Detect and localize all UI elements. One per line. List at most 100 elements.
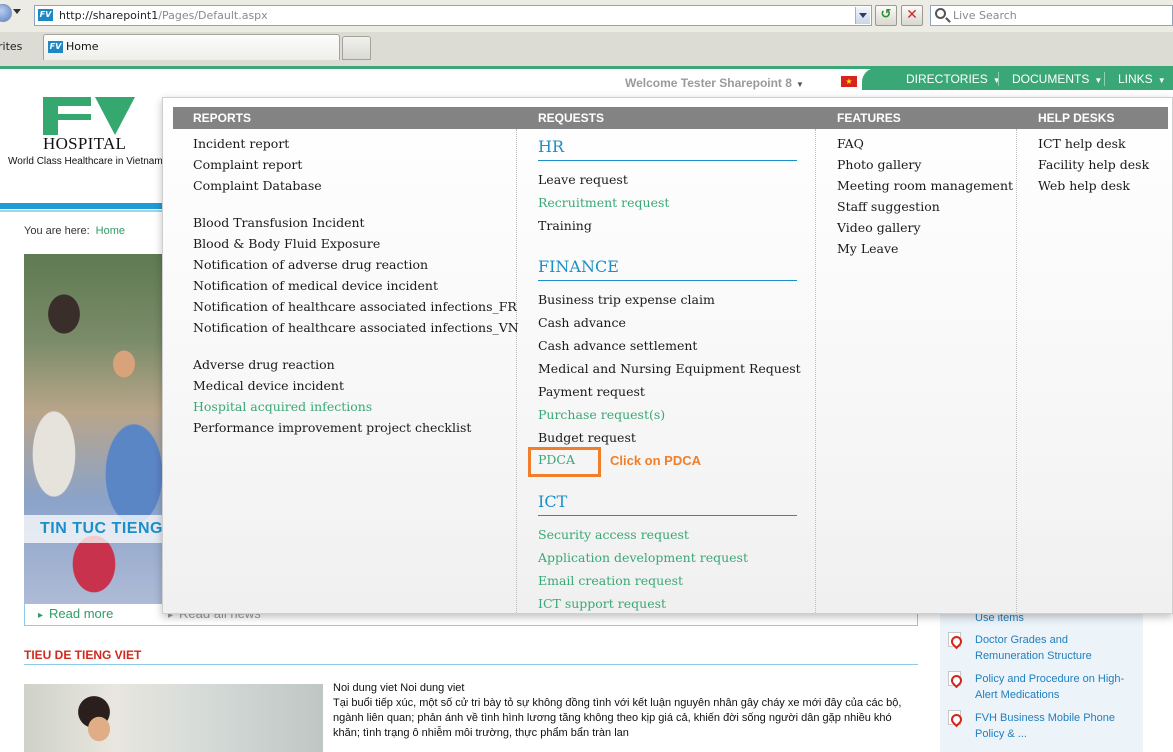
chevron-down-icon: ▼ <box>795 80 804 89</box>
nav-documents[interactable]: DOCUMENTS ▼ <box>1012 68 1102 90</box>
menu-item-complaint-database[interactable]: Complaint Database <box>193 178 322 194</box>
menu-item-staff-suggestion[interactable]: Staff suggestion <box>837 199 940 215</box>
fv-logo[interactable] <box>43 97 136 135</box>
nav-separator <box>1104 72 1105 86</box>
menu-item-facility-help-desk[interactable]: Facility help desk <box>1038 157 1149 173</box>
menu-item-payment-request[interactable]: Payment request <box>538 384 645 400</box>
search-icon <box>935 8 946 19</box>
menu-item-video-gallery[interactable]: Video gallery <box>837 220 921 236</box>
breadcrumb: You are here: Home <box>24 225 125 237</box>
click-annotation: Click on PDCA <box>610 453 702 468</box>
menu-item-purchase-request[interactable]: Purchase request(s) <box>538 407 665 423</box>
column-separator <box>1016 129 1017 613</box>
menu-item-my-leave[interactable]: My Leave <box>837 241 898 257</box>
menu-item-training[interactable]: Training <box>538 218 592 234</box>
welcome-menu[interactable]: Welcome Tester Sharepoint 8 ▼ <box>625 76 804 90</box>
chevron-down-icon: ▼ <box>992 76 1001 85</box>
menu-item-ict-support[interactable]: ICT support request <box>538 596 666 612</box>
news-headline[interactable]: Noi dung viet Noi dung viet <box>333 682 464 694</box>
menu-item-recruitment-request[interactable]: Recruitment request <box>538 195 669 211</box>
read-more-link[interactable]: Read more <box>38 606 113 621</box>
menu-item-leave-request[interactable]: Leave request <box>538 172 628 188</box>
site-favicon-icon: FV <box>38 9 53 21</box>
new-tab-button[interactable] <box>342 36 371 60</box>
breadcrumb-label: You are here: <box>24 225 90 237</box>
logo-tagline: World Class Healthcare in Vietnam <box>8 156 163 167</box>
document-link[interactable]: FVH Business Mobile Phone Policy & ... <box>975 710 1135 742</box>
tab-bar: rites FV Home <box>0 32 1173 66</box>
hero-image[interactable] <box>24 254 164 604</box>
header-reports: REPORTS <box>193 111 252 125</box>
address-bar[interactable]: FV http://sharepoint1/Pages/Default.aspx <box>34 5 872 26</box>
forward-button[interactable] <box>0 4 12 22</box>
nav-separator <box>998 72 999 86</box>
subheading-rule <box>538 515 797 516</box>
breadcrumb-home-link[interactable]: Home <box>96 225 125 237</box>
menu-item-photo-gallery[interactable]: Photo gallery <box>837 157 921 173</box>
search-placeholder: Live Search <box>953 9 1017 22</box>
live-search-input[interactable]: Live Search <box>930 5 1173 26</box>
menu-item-cash-advance[interactable]: Cash advance <box>538 315 626 331</box>
subheading-ict: ICT <box>538 492 568 511</box>
menu-item-hospital-acquired-infections[interactable]: Hospital acquired infections <box>193 399 372 415</box>
header-blue-band <box>0 203 165 209</box>
header-help-desks: HELP DESKS <box>1038 111 1115 125</box>
hero-caption[interactable]: TIN TUC TIENG <box>24 515 164 543</box>
menu-item-budget-request[interactable]: Budget request <box>538 430 636 446</box>
nav-directories[interactable]: DIRECTORIES ▼ <box>906 68 1001 90</box>
url-path: /Pages/Default.aspx <box>158 9 268 22</box>
refresh-button[interactable]: ↺ <box>875 5 897 26</box>
tab-home[interactable]: FV Home <box>43 34 340 60</box>
menu-item-app-development[interactable]: Application development request <box>538 550 748 566</box>
stop-button[interactable]: ✕ <box>901 5 923 26</box>
nav-links[interactable]: LINKS ▼ <box>1118 68 1166 90</box>
pdf-icon <box>948 671 961 686</box>
document-link[interactable]: Doctor Grades and Remuneration Structure <box>975 632 1135 664</box>
menu-item-web-help-desk[interactable]: Web help desk <box>1038 178 1130 194</box>
url-host: http://sharepoint1 <box>59 9 159 22</box>
pdca-highlight-box <box>528 447 601 477</box>
menu-item-incident-report[interactable]: Incident report <box>193 136 289 152</box>
menu-item-blood-transfusion[interactable]: Blood Transfusion Incident <box>193 215 365 231</box>
subheading-hr: HR <box>538 137 564 156</box>
menu-item-security-access[interactable]: Security access request <box>538 527 689 543</box>
favorites-label[interactable]: rites <box>0 40 22 53</box>
subheading-rule <box>538 280 797 281</box>
menu-item-complaint-report[interactable]: Complaint report <box>193 157 302 173</box>
news-image[interactable] <box>24 684 323 752</box>
browser-chrome: FV http://sharepoint1/Pages/Default.aspx… <box>0 0 1173 66</box>
menu-item-performance-checklist[interactable]: Performance improvement project checklis… <box>193 420 471 436</box>
menu-item-business-trip-claim[interactable]: Business trip expense claim <box>538 292 715 308</box>
menu-item-faq[interactable]: FAQ <box>837 136 864 152</box>
column-separator <box>815 129 816 613</box>
menu-item-ict-help-desk[interactable]: ICT help desk <box>1038 136 1126 152</box>
document-link[interactable]: Policy and Procedure on High-Alert Medic… <box>975 671 1135 703</box>
tab-favicon-icon: FV <box>48 41 63 53</box>
tab-title: Home <box>66 40 99 53</box>
menu-item-blood-fluid-exposure[interactable]: Blood & Body Fluid Exposure <box>193 236 380 252</box>
menu-item-adverse-drug-notification[interactable]: Notification of adverse drug reaction <box>193 257 428 273</box>
menu-item-cash-advance-settlement[interactable]: Cash advance settlement <box>538 338 697 354</box>
pdf-icon <box>948 632 961 647</box>
vietnam-flag-icon[interactable]: ★ <box>841 76 857 87</box>
header-blue-band-light <box>0 210 165 212</box>
subheading-finance: FINANCE <box>538 257 619 276</box>
menu-item-medical-equipment-request[interactable]: Medical and Nursing Equipment Request <box>538 361 801 377</box>
menu-item-meeting-room[interactable]: Meeting room management <box>837 178 1013 194</box>
menu-item-hai-fr[interactable]: Notification of healthcare associated in… <box>193 299 517 315</box>
news-section-rule <box>24 664 918 665</box>
menu-item-hai-vn[interactable]: Notification of healthcare associated in… <box>193 320 519 336</box>
logo-f-shape <box>43 97 91 135</box>
menu-item-email-creation[interactable]: Email creation request <box>538 573 683 589</box>
logo-hospital-text: HOSPITAL <box>43 134 127 153</box>
top-navigation: DIRECTORIES ▼ DOCUMENTS ▼ LINKS ▼ <box>862 68 1173 90</box>
header-requests: REQUESTS <box>538 111 605 125</box>
menu-item-adverse-drug-reaction[interactable]: Adverse drug reaction <box>193 357 335 373</box>
chevron-down-icon: ▼ <box>1157 76 1166 85</box>
history-dropdown-icon[interactable] <box>13 9 21 14</box>
address-dropdown-icon[interactable] <box>855 7 870 24</box>
menu-item-medical-device-notification[interactable]: Notification of medical device incident <box>193 278 438 294</box>
news-body: Tại buổi tiếp xúc, một số cử tri bày tỏ … <box>333 697 902 739</box>
menu-item-medical-device-incident[interactable]: Medical device incident <box>193 378 344 394</box>
welcome-text: Welcome Tester Sharepoint 8 <box>625 76 792 90</box>
